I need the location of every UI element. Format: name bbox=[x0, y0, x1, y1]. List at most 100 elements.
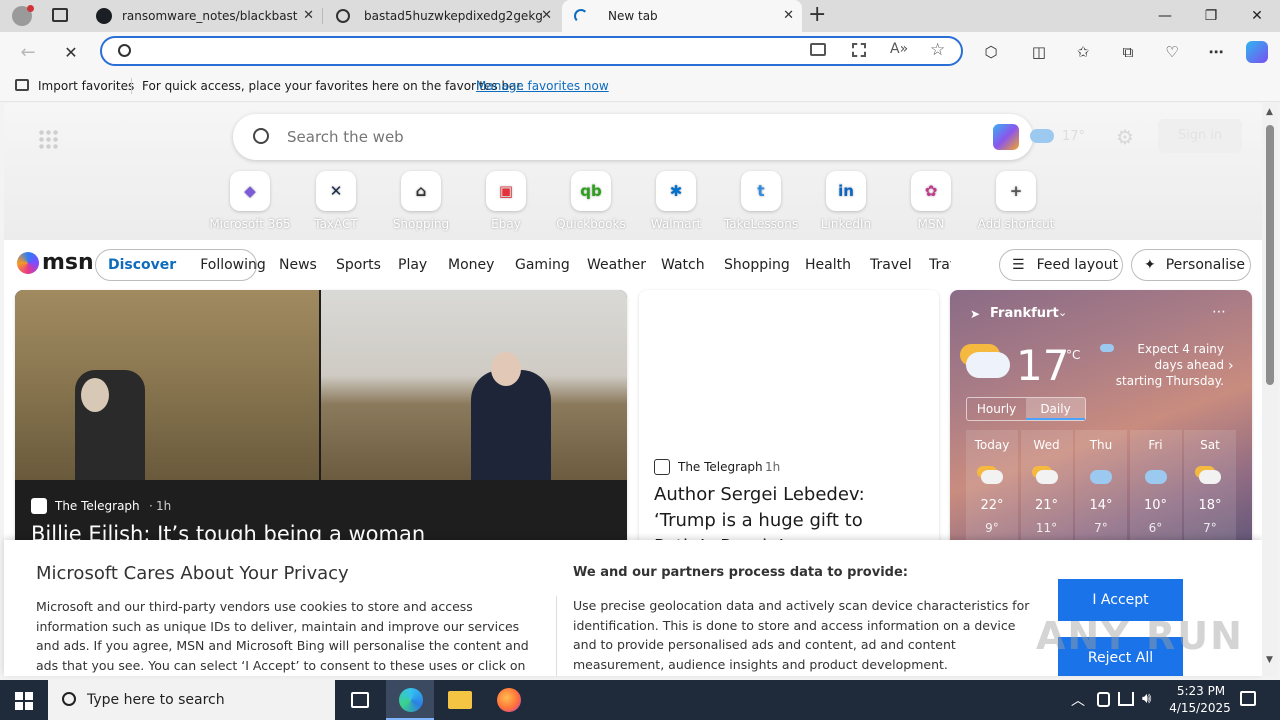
header-weather-temp[interactable]: 17° bbox=[1062, 129, 1085, 144]
msn-nav-item[interactable]: News bbox=[279, 257, 317, 273]
copilot-search-icon[interactable] bbox=[993, 124, 1019, 150]
secondary-story-card[interactable]: The Telegraph · 1h Author Sergei Lebedev… bbox=[639, 290, 939, 550]
split-screen-icon[interactable]: ◫ bbox=[1028, 41, 1050, 63]
msn-logo-text[interactable]: msn bbox=[42, 250, 94, 275]
tab-new-tab[interactable]: New tab ✕ bbox=[562, 0, 802, 32]
windows-start-icon[interactable] bbox=[15, 692, 33, 710]
sign-in-button[interactable]: Sign in bbox=[1158, 119, 1242, 153]
tab-onion[interactable]: bastad5huzwkepdixedg2gekg7jk ✕ bbox=[324, 0, 560, 32]
scroll-thumb[interactable] bbox=[1266, 125, 1274, 385]
forecast-day-name: Thu bbox=[1089, 438, 1113, 452]
close-tab-icon[interactable]: ✕ bbox=[783, 8, 794, 23]
quick-link-tile[interactable]: qb Quickbooks bbox=[548, 171, 634, 231]
story-time: 1h bbox=[765, 460, 781, 474]
tab-following[interactable]: Following bbox=[200, 257, 266, 273]
location-arrow-icon: ➤ bbox=[970, 307, 981, 321]
read-aloud-icon[interactable]: A» bbox=[890, 41, 908, 57]
tab-hourly[interactable]: Hourly bbox=[967, 398, 1026, 420]
quick-link-tile[interactable]: ▣ Ebay bbox=[463, 171, 549, 231]
address-bar[interactable]: A» ☆ bbox=[100, 36, 963, 66]
quick-link-tile[interactable]: ◆ Microsoft 365 bbox=[207, 171, 293, 231]
forecast-day[interactable]: Sat 18° 7° bbox=[1184, 430, 1236, 550]
taskbar-search-placeholder: Type here to search bbox=[87, 692, 225, 708]
msn-nav-item[interactable]: Watch bbox=[661, 257, 705, 273]
manage-favorites-link[interactable]: Manage favorites now bbox=[476, 79, 609, 93]
quick-link-icon: in bbox=[826, 171, 866, 211]
tab-actions-icon[interactable] bbox=[52, 8, 68, 22]
tray-chevron-up-icon[interactable]: ︿ bbox=[1071, 690, 1085, 710]
quick-link-tile[interactable]: ✱ Walmart bbox=[633, 171, 719, 231]
scroll-up-arrow-icon[interactable]: ▲ bbox=[1266, 107, 1273, 117]
close-window-button[interactable]: ✕ bbox=[1234, 4, 1280, 28]
web-search-input[interactable] bbox=[287, 126, 887, 148]
more-options-icon[interactable]: ⋯ bbox=[1212, 304, 1226, 320]
collections-icon[interactable]: ⧉ bbox=[1117, 41, 1139, 63]
more-menu-icon[interactable]: ⋯ bbox=[1205, 41, 1227, 63]
restore-button[interactable]: ❐ bbox=[1188, 4, 1234, 28]
quick-link-tile[interactable]: ✿ MSN bbox=[888, 171, 974, 231]
msn-nav-item[interactable]: Shopping bbox=[724, 257, 790, 273]
import-favorites-button[interactable]: Import favorites bbox=[38, 79, 134, 93]
notifications-icon[interactable] bbox=[1240, 691, 1256, 706]
quick-link-tile[interactable]: ✕ TaxACT bbox=[293, 171, 379, 231]
taskbar-search-box[interactable]: Type here to search bbox=[48, 680, 335, 720]
address-input[interactable] bbox=[142, 41, 792, 61]
main-story-card[interactable]: The Telegraph · 1h Billie Eilish: It’s t… bbox=[15, 290, 627, 550]
settings-gear-icon[interactable]: ⚙ bbox=[1116, 125, 1134, 149]
read-aloud-device-icon[interactable] bbox=[810, 43, 826, 56]
msn-nav-item[interactable]: Trav bbox=[929, 257, 951, 273]
weather-city[interactable]: Frankfurt bbox=[990, 306, 1059, 321]
file-explorer-icon[interactable] bbox=[448, 691, 472, 709]
quick-link-tile[interactable]: + Add shortcut bbox=[973, 171, 1059, 231]
tab-discover[interactable]: Discover bbox=[108, 257, 176, 273]
msn-nav-item[interactable]: Weather bbox=[587, 257, 646, 273]
msn-nav-item[interactable]: Health bbox=[805, 257, 851, 273]
close-tab-icon[interactable]: ✕ bbox=[541, 8, 552, 23]
temp-unit[interactable]: °C bbox=[1066, 348, 1080, 362]
app-launcher-icon[interactable] bbox=[38, 129, 58, 149]
quick-link-tile[interactable]: t TakeLessons bbox=[718, 171, 804, 231]
clock-date[interactable]: 4/15/2025 bbox=[1168, 701, 1232, 715]
msn-butterfly-logo-icon[interactable] bbox=[17, 252, 39, 274]
copilot-icon[interactable] bbox=[1246, 41, 1268, 63]
favorites-icon[interactable]: ✩ bbox=[1072, 41, 1094, 63]
tab-github[interactable]: ransomware_notes/blackbasta/in ✕ bbox=[84, 0, 322, 32]
msn-nav-item[interactable]: Play bbox=[398, 257, 427, 273]
back-arrow-icon[interactable]: ← bbox=[17, 41, 39, 63]
page-scrollbar[interactable]: ▲ ▼ bbox=[1262, 103, 1278, 676]
scroll-down-arrow-icon[interactable]: ▼ bbox=[1266, 655, 1273, 665]
new-tab-button[interactable]: + bbox=[808, 4, 826, 26]
msn-nav-item[interactable]: Gaming bbox=[515, 257, 570, 273]
tray-app-icon[interactable] bbox=[1097, 692, 1110, 707]
favorite-star-icon[interactable]: ☆ bbox=[930, 40, 945, 60]
personalise-button[interactable]: ✦ Personalise bbox=[1131, 249, 1251, 281]
tab-daily[interactable]: Daily bbox=[1026, 398, 1085, 420]
forecast-day[interactable]: Today 22° 9° bbox=[966, 430, 1018, 550]
forecast-day[interactable]: Thu 14° 7° bbox=[1075, 430, 1127, 550]
volume-icon[interactable]: 🔊︎ bbox=[1142, 689, 1151, 707]
privacy-consent-banner: Microsoft Cares About Your Privacy Micro… bbox=[4, 540, 1262, 676]
clock-time[interactable]: 5:23 PM bbox=[1174, 684, 1228, 698]
firefox-icon[interactable] bbox=[497, 688, 521, 712]
chevron-right-icon[interactable]: › bbox=[1228, 358, 1234, 374]
apps-icon[interactable] bbox=[852, 43, 866, 57]
msn-nav-item[interactable]: Sports bbox=[336, 257, 381, 273]
web-search-box[interactable] bbox=[233, 114, 1033, 160]
performance-icon[interactable]: ♡ bbox=[1161, 41, 1183, 63]
quick-link-tile[interactable]: ⌂ Shopping bbox=[378, 171, 464, 231]
network-icon[interactable] bbox=[1118, 692, 1134, 706]
feed-layout-button[interactable]: ☰ Feed layout bbox=[999, 249, 1123, 281]
weather-card[interactable]: ➤ Frankfurt ⌄ ⋯ 17 °C Expect 4 rainy day… bbox=[950, 290, 1252, 550]
forecast-high: 22° bbox=[980, 498, 1004, 513]
chevron-down-icon[interactable]: ⌄ bbox=[1058, 306, 1067, 319]
quick-link-tile[interactable]: in LinkedIn bbox=[803, 171, 889, 231]
extensions-icon[interactable]: ⬡ bbox=[980, 41, 1002, 63]
minimize-button[interactable]: — bbox=[1142, 4, 1188, 28]
msn-nav-item[interactable]: Money bbox=[448, 257, 494, 273]
task-view-icon[interactable] bbox=[351, 692, 369, 708]
msn-nav-item[interactable]: Travel bbox=[870, 257, 912, 273]
forecast-day[interactable]: Wed 21° 11° bbox=[1020, 430, 1073, 550]
forecast-day[interactable]: Fri 10° 6° bbox=[1129, 430, 1182, 550]
stop-loading-icon[interactable]: ✕ bbox=[60, 41, 82, 63]
close-tab-icon[interactable]: ✕ bbox=[303, 8, 314, 23]
